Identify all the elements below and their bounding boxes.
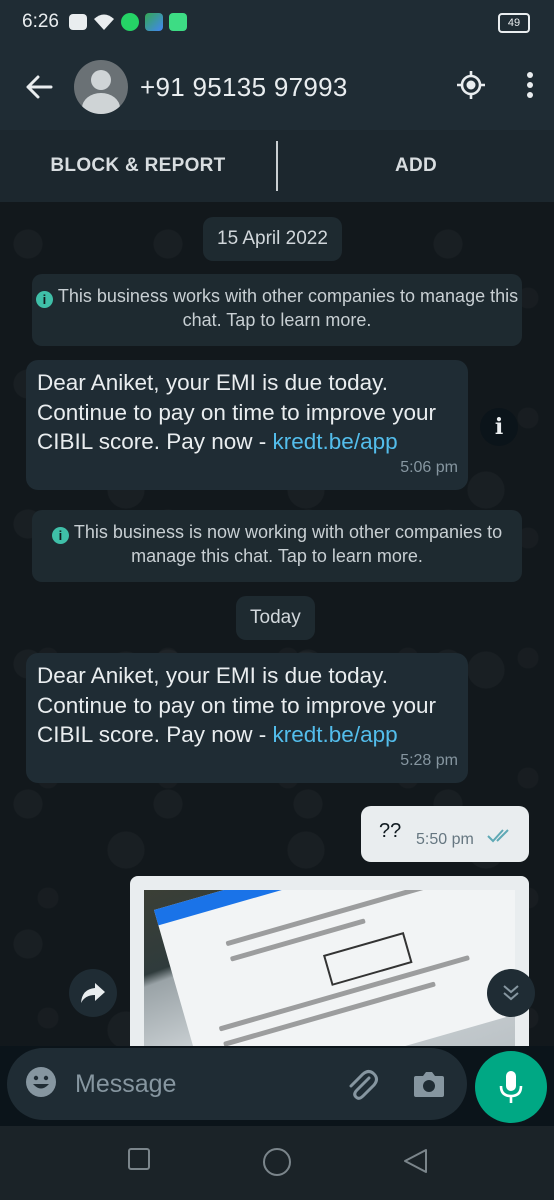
unknown-contact-actions: BLOCK & REPORT ADD [0,130,554,202]
status-icons [68,13,187,31]
more-vert-icon[interactable] [526,71,534,104]
message-time: 5:50 pm [416,831,474,848]
status-time: 6:26 [22,11,59,32]
wifi-icon [93,14,114,30]
image-message[interactable] [130,876,529,1046]
whatsapp-icon [120,13,139,31]
emoji-icon[interactable] [25,1066,57,1103]
message-link[interactable]: kredt.be/app [273,722,398,747]
outgoing-message[interactable]: ?? 5:50 pm [361,806,529,862]
add-contact-button[interactable]: ADD [278,155,554,177]
date-chip: 15 April 2022 [203,217,342,261]
nav-square-icon[interactable] [128,1148,150,1175]
message-input-bar [7,1048,467,1120]
nav-triangle-icon[interactable] [402,1148,428,1179]
camera-icon[interactable] [413,1070,445,1103]
forward-icon[interactable] [69,969,117,1017]
app-icon-2 [168,13,187,31]
message-input[interactable] [73,1068,327,1100]
divider [276,141,278,191]
notification-icon [68,14,87,30]
message-text: ?? [379,820,402,842]
message-time: 5:28 pm [400,751,458,769]
chat-header: +91 95135 97993 [0,44,554,130]
business-notice-text: This business works with other companies… [57,286,519,330]
message-time: 5:06 pm [400,458,458,476]
business-notice[interactable]: i This business works with other companie… [32,274,522,346]
system-nav-bar [0,1126,554,1200]
double-chevron-down-icon[interactable] [487,969,535,1017]
double-check-icon [487,828,513,849]
battery-indicator: 49 [498,13,530,33]
block-report-button[interactable]: BLOCK & REPORT [0,155,276,177]
back-arrow-icon[interactable] [24,72,54,102]
business-notice[interactable]: i This business is now working with other… [32,510,522,582]
info-icon: i [51,527,69,544]
message-link[interactable]: kredt.be/app [273,429,398,454]
info-icon: i [35,291,53,308]
nav-circle-icon[interactable] [262,1147,292,1182]
image-thumbnail[interactable] [144,890,515,1046]
status-bar: 6:26 49 [0,0,554,44]
info-icon[interactable]: i [480,408,518,446]
date-chip: Today [236,596,315,640]
mic-icon[interactable] [475,1051,547,1123]
app-icon [144,13,163,31]
attach-icon[interactable] [345,1068,379,1107]
chat-area[interactable]: 15 April 2022 i This business works with … [0,202,554,1046]
business-notice-text: This business is now working with other … [73,522,503,566]
contact-name[interactable]: +91 95135 97993 [140,72,348,103]
composer [0,1046,554,1126]
incoming-message[interactable]: Dear Aniket, your EMI is due today. Cont… [26,653,468,783]
incoming-message[interactable]: Dear Aniket, your EMI is due today. Cont… [26,360,468,490]
target-icon[interactable] [456,70,486,105]
avatar[interactable] [74,60,128,114]
